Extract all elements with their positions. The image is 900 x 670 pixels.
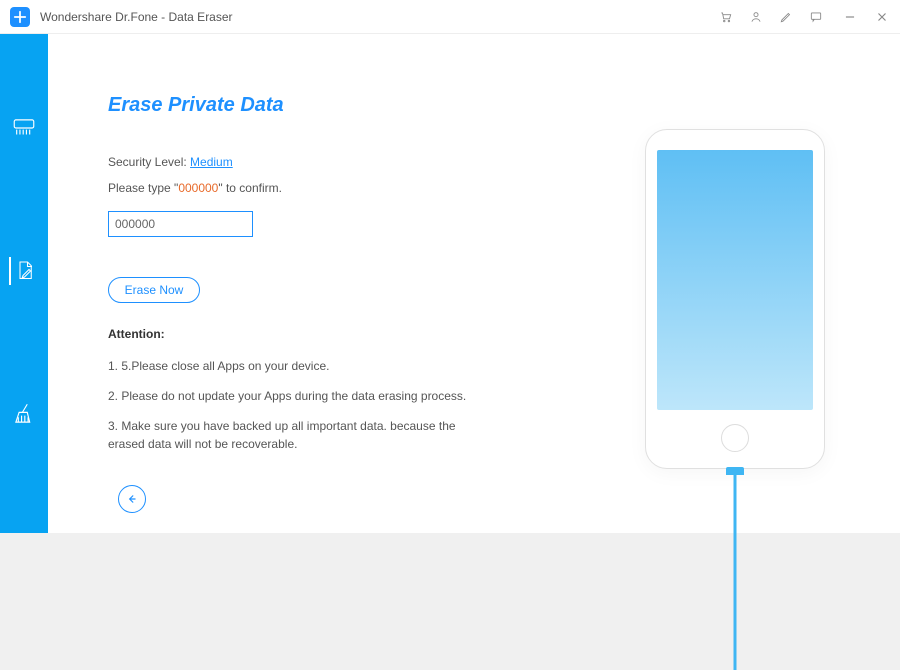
app-title: Wondershare Dr.Fone - Data Eraser xyxy=(40,10,233,24)
security-level-label: Security Level: xyxy=(108,155,187,169)
back-button[interactable] xyxy=(118,485,146,513)
close-button[interactable] xyxy=(874,9,890,25)
user-icon[interactable] xyxy=(748,9,764,25)
attention-heading: Attention: xyxy=(108,327,530,341)
app-logo-icon xyxy=(10,7,30,27)
phone-cable-wire xyxy=(734,470,737,670)
security-level-link[interactable]: Medium xyxy=(190,155,233,169)
list-item: 3. Make sure you have backed up all impo… xyxy=(108,417,488,453)
cart-icon[interactable] xyxy=(718,9,734,25)
phone-home-button xyxy=(721,424,749,452)
confirm-code: 000000 xyxy=(178,181,218,195)
document-edit-icon[interactable] xyxy=(9,257,39,285)
list-item: 2. Please do not update your Apps during… xyxy=(108,387,488,405)
shredder-icon[interactable] xyxy=(10,114,38,142)
page-title: Erase Private Data xyxy=(108,94,530,117)
broom-icon[interactable] xyxy=(10,400,38,428)
security-level-row: Security Level: Medium xyxy=(108,155,530,169)
device-illustration xyxy=(570,34,900,533)
list-item: 1. 5.Please close all Apps on your devic… xyxy=(108,357,488,375)
confirm-prompt: Please type "000000" to confirm. xyxy=(108,181,530,195)
main-panel: Erase Private Data Security Level: Mediu… xyxy=(48,34,570,533)
phone-mockup xyxy=(645,129,825,469)
titlebar: Wondershare Dr.Fone - Data Eraser xyxy=(0,0,900,34)
edit-icon[interactable] xyxy=(778,9,794,25)
erase-now-button[interactable]: Erase Now xyxy=(108,277,200,303)
phone-screen xyxy=(657,150,813,410)
confirm-input[interactable] xyxy=(108,211,253,237)
sidebar xyxy=(0,34,48,533)
attention-list: 1. 5.Please close all Apps on your devic… xyxy=(108,357,530,453)
feedback-icon[interactable] xyxy=(808,9,824,25)
minimize-button[interactable] xyxy=(842,9,858,25)
